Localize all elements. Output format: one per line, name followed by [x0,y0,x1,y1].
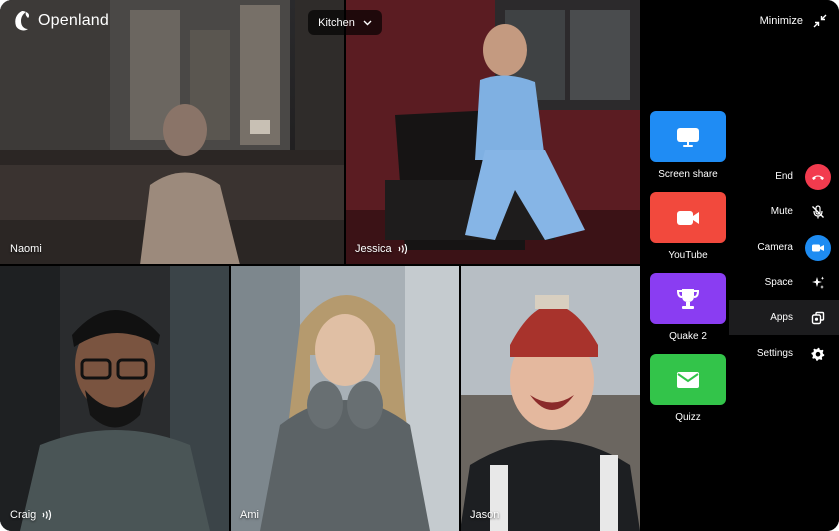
video-tile-ami[interactable]: Ami [230,265,460,531]
app-tile [650,111,726,162]
participant-label: Naomi [10,243,42,255]
app-youtube[interactable]: YouTube [650,192,726,261]
control-label: Space [764,277,793,288]
control-icon-wrap [805,163,831,190]
speaking-icon [398,244,407,254]
phone-hangup-icon [812,175,824,180]
control-label: Settings [756,348,793,359]
minimize-button[interactable]: Minimize [760,14,827,28]
minimize-label: Minimize [759,15,803,27]
control-panel: Minimize Screen share YouTube Quake 2 Qu… [640,0,839,531]
sparkles-icon [812,276,825,289]
participant-name: Naomi [10,243,42,255]
video-feed-jason [460,265,640,531]
video-feed-naomi [0,0,345,265]
video-tile-jason[interactable]: Jason [460,265,640,531]
control-label: Apps [770,312,793,323]
app-label: Quake 2 [669,331,707,342]
control-label: Camera [757,242,793,253]
call-window: Naomi Jessica Craig Ami Jason Openland K… [0,0,839,531]
apps-button[interactable]: Apps [729,300,839,335]
app-label: YouTube [668,250,708,261]
control-label: Mute [770,206,793,217]
space-button[interactable]: Space [729,265,839,300]
video-tile-naomi[interactable]: Naomi [0,0,345,265]
mute-button[interactable]: Mute [729,194,839,229]
participant-label: Jason [470,509,499,521]
participant-name: Ami [240,509,259,521]
brand-name: Openland [38,12,109,29]
trophy-icon [676,288,700,309]
participant-name: Jason [470,509,500,521]
control-icon-wrap [805,270,831,296]
tile-divider [0,264,640,266]
app-tile [650,354,726,405]
camera-button[interactable]: Camera [729,230,839,265]
participant-name: Jessica [355,243,392,255]
app-screen-share[interactable]: Screen share [650,111,726,180]
end-call-button[interactable]: End [729,159,839,194]
video-camera-icon [677,210,699,225]
video-feed-craig [0,265,230,531]
tile-divider [229,265,231,531]
control-label: End [775,171,793,182]
minimize-icon [813,14,827,28]
room-selector-button[interactable]: Kitchen [308,10,382,35]
brand-logo: Openland [12,10,109,32]
app-tile [650,273,726,324]
camera-icon [812,244,824,251]
openland-logo-icon [15,11,30,31]
app-quizz[interactable]: Quizz [650,354,726,423]
tile-divider [344,0,346,265]
video-feed-ami [230,265,460,531]
participant-name: Craig [10,509,37,521]
participant-label: Jessica [355,243,408,255]
apps-icon [811,311,825,324]
chevron-down-icon [363,20,372,25]
participant-label: Ami [240,509,259,521]
monitor-icon [677,127,699,147]
participant-label: Craig [10,509,52,521]
app-label: Screen share [658,169,718,180]
gear-icon [811,347,825,361]
mic-off-icon [812,204,824,218]
mail-icon [677,371,699,388]
app-tile [650,192,726,243]
video-tile-craig[interactable]: Craig [0,265,230,531]
control-icon-wrap [805,305,831,331]
control-icon-wrap [805,199,831,225]
control-icon-wrap [805,341,831,367]
tile-divider [459,265,461,531]
app-quake-2[interactable]: Quake 2 [650,273,726,342]
video-feed-jessica [345,0,640,265]
app-label: Quizz [675,412,701,423]
speaking-icon [42,510,52,520]
video-tile-jessica[interactable]: Jessica [345,0,640,265]
settings-button[interactable]: Settings [729,336,839,371]
room-name: Kitchen [318,16,355,29]
control-icon-wrap [805,234,831,261]
